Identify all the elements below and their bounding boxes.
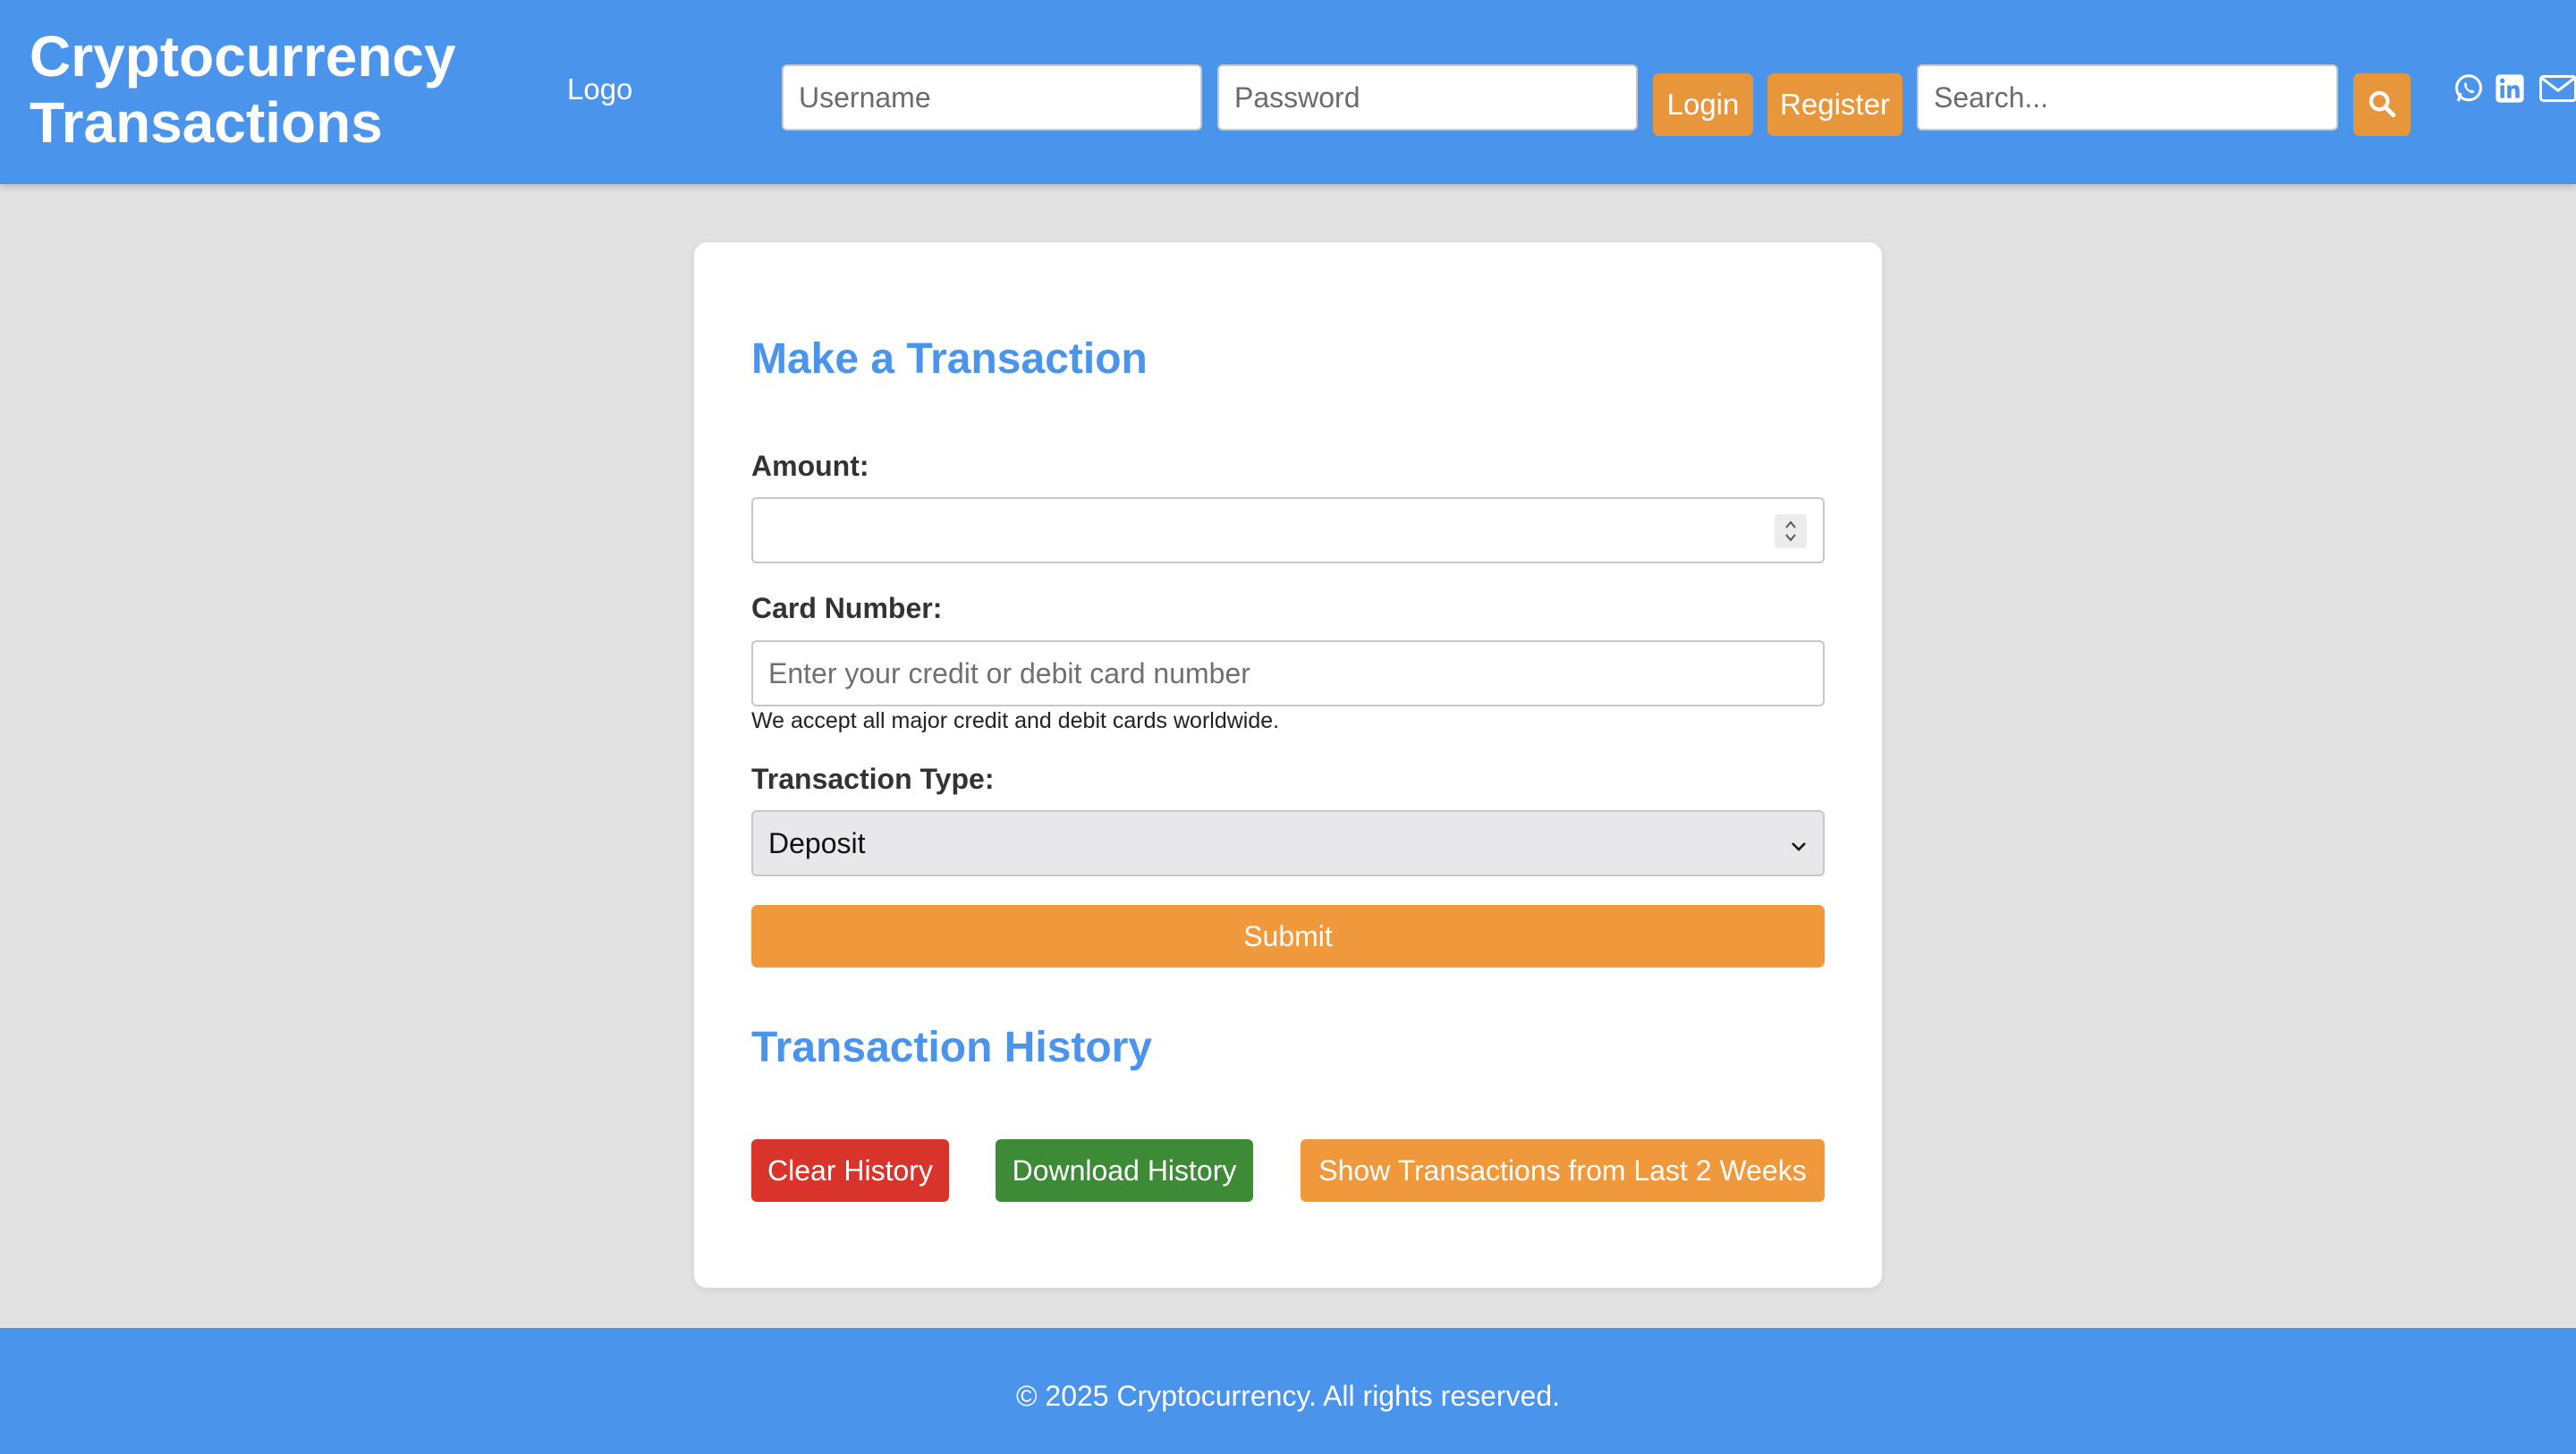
logo[interactable]: Logo [567, 72, 632, 107]
search-button[interactable] [2353, 73, 2411, 136]
make-transaction-heading: Make a Transaction [751, 335, 1148, 383]
search-icon [2367, 89, 2397, 122]
chevron-down-icon [1790, 827, 1808, 860]
site-header: Cryptocurrency Transactions Logo Login R… [0, 0, 2576, 184]
amount-input[interactable] [751, 497, 1825, 563]
linkedin-icon[interactable] [2493, 72, 2527, 106]
transaction-type-select[interactable]: Deposit [751, 810, 1825, 876]
show-recent-transactions-button[interactable]: Show Transactions from Last 2 Weeks [1301, 1139, 1825, 1202]
card-number-input[interactable] [751, 640, 1825, 706]
register-button[interactable]: Register [1767, 73, 1902, 136]
search-input[interactable] [1917, 64, 2338, 131]
transaction-history-heading: Transaction History [751, 1024, 1153, 1071]
card-number-label: Card Number: [751, 592, 943, 624]
password-input[interactable] [1217, 64, 1638, 131]
envelope-icon[interactable] [2538, 72, 2576, 106]
submit-button[interactable]: Submit [751, 905, 1825, 968]
username-input[interactable] [782, 64, 1202, 131]
whatsapp-icon[interactable] [2452, 72, 2486, 106]
transaction-type-label: Transaction Type: [751, 763, 995, 795]
card-help-text: We accept all major credit and debit car… [751, 708, 1280, 733]
stepper-arrows-icon [1785, 520, 1796, 542]
copyright-text: © 2025 Cryptocurrency. All rights reserv… [1015, 1380, 1561, 1412]
amount-label: Amount: [751, 450, 869, 482]
site-footer: © 2025 Cryptocurrency. All rights reserv… [0, 1328, 2576, 1454]
download-history-button[interactable]: Download History [996, 1139, 1253, 1202]
login-button[interactable]: Login [1653, 73, 1753, 136]
transaction-card: Make a Transaction Amount: Card Number: … [694, 242, 1882, 1288]
clear-history-button[interactable]: Clear History [751, 1139, 949, 1202]
site-title: Cryptocurrency Transactions [30, 24, 456, 155]
amount-stepper[interactable] [1775, 514, 1807, 548]
transaction-type-value: Deposit [768, 826, 866, 859]
